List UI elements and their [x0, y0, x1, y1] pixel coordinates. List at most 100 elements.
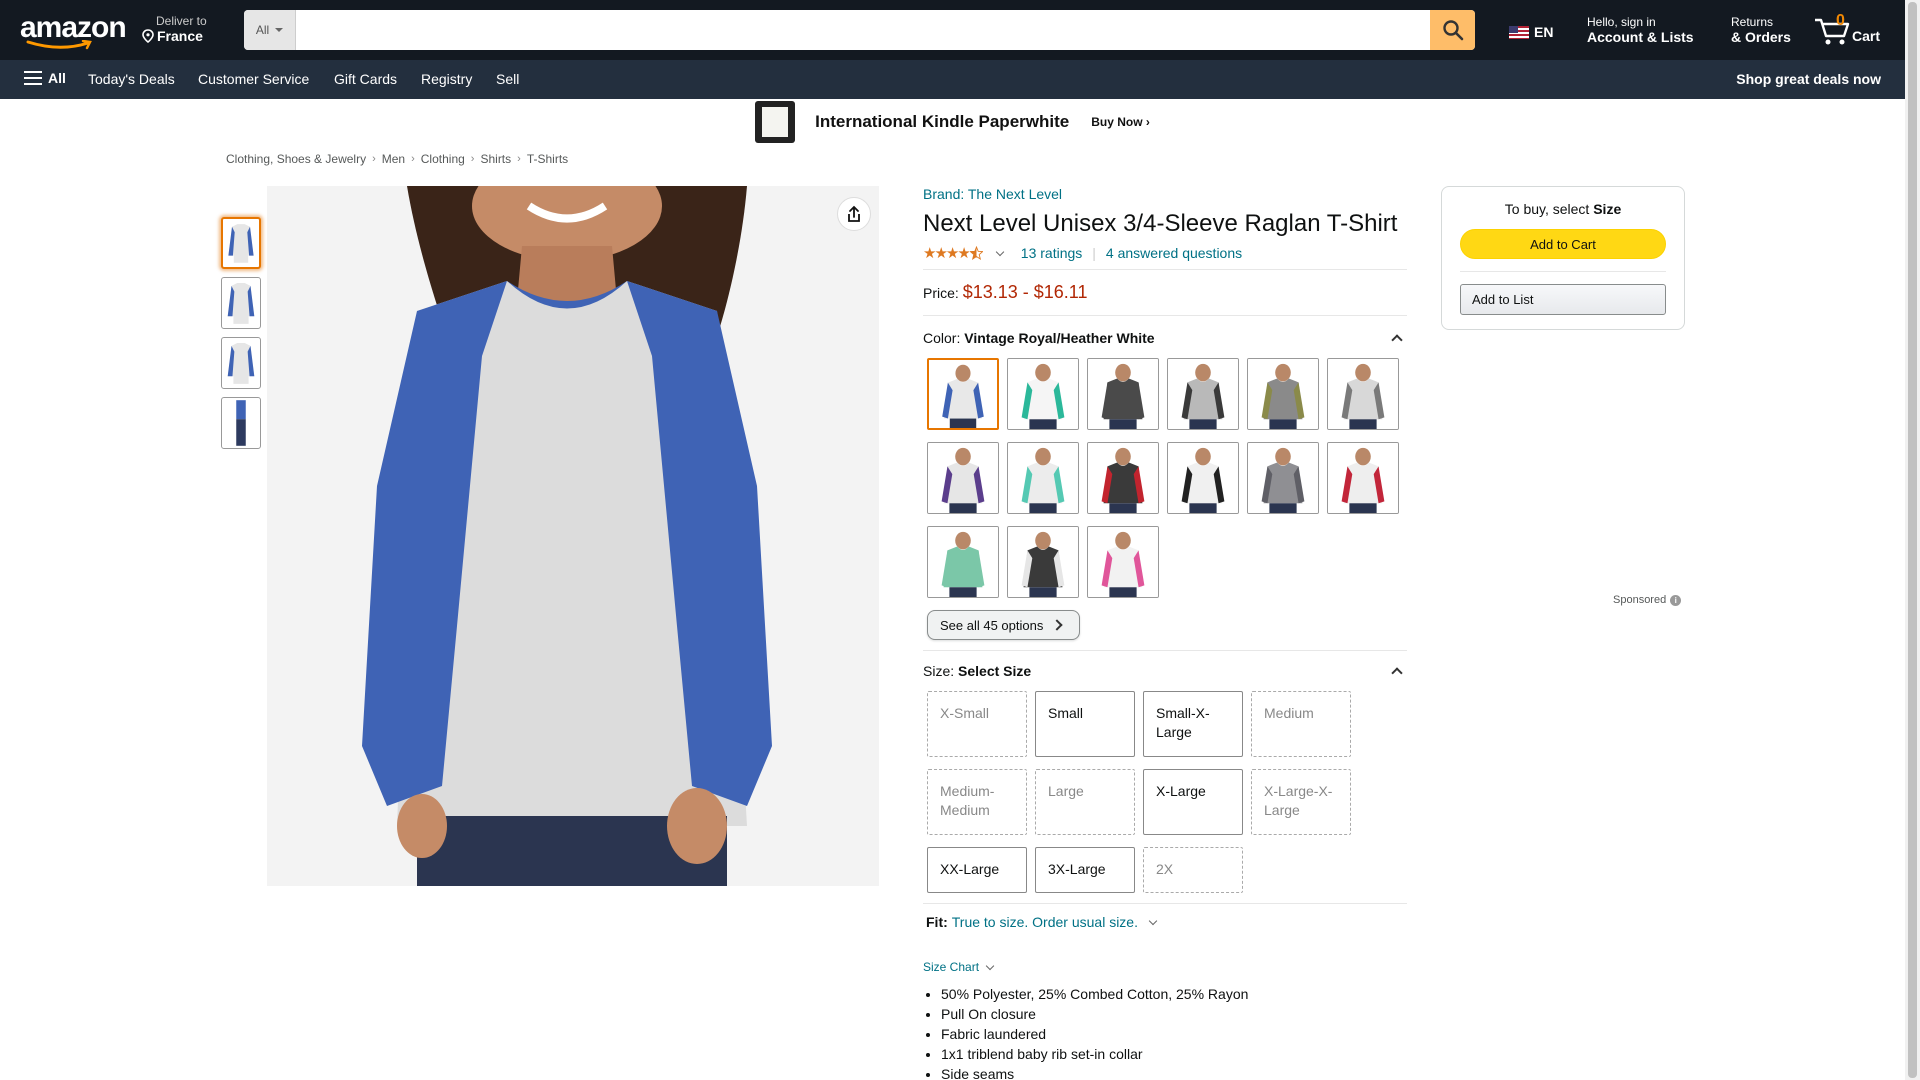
language-selector[interactable]: EN [1509, 24, 1553, 40]
feature-bullet: Side seams [941, 1064, 1407, 1080]
page-scrollbar[interactable] [1905, 0, 1920, 1080]
product-title: Next Level Unisex 3/4-Sleeve Raglan T-Sh… [923, 210, 1398, 237]
color-swatch[interactable] [1167, 358, 1239, 430]
swatch-shirt-image [1328, 359, 1398, 429]
nav-shop-deals[interactable]: Shop great deals now [1736, 71, 1881, 87]
size-chart-label: Size Chart [923, 960, 980, 974]
account-menu[interactable]: Hello, sign in Account & Lists [1587, 15, 1694, 45]
breadcrumb-item[interactable]: T-Shirts [527, 152, 568, 166]
price-row: Price: $13.13 - $16.11 [923, 282, 1407, 303]
size-section-header[interactable]: Size: Select Size [923, 663, 1407, 679]
color-swatch[interactable] [1167, 442, 1239, 514]
share-button[interactable] [837, 197, 871, 231]
nav-sell[interactable]: Sell [496, 71, 519, 87]
image-thumbnail[interactable] [221, 217, 261, 269]
divider [923, 650, 1407, 651]
collapse-chevron-icon[interactable] [1391, 667, 1403, 679]
size-chart-link[interactable]: Size Chart [923, 960, 1407, 974]
swatch-shirt-image [928, 527, 998, 597]
swatch-shirt-image [1168, 359, 1238, 429]
breadcrumb-item[interactable]: Men [382, 152, 405, 166]
color-label: Color: [923, 330, 961, 346]
search-category-select[interactable]: All [244, 10, 296, 50]
breadcrumb-item[interactable]: Clothing, Shoes & Jewelry [226, 152, 366, 166]
nav-todays-deals[interactable]: Today's Deals [88, 71, 175, 87]
star-rating-icon[interactable]: ★★★★ [923, 244, 971, 262]
price-label: Price: [923, 285, 959, 301]
all-menu-label: All [48, 70, 66, 86]
size-option[interactable]: Large [1035, 769, 1135, 835]
breadcrumb-separator-icon: › [517, 153, 521, 165]
breadcrumb-separator-icon: › [411, 153, 415, 165]
nav-customer-service[interactable]: Customer Service [198, 71, 309, 87]
kindle-banner[interactable]: International Kindle Paperwhite Buy Now … [0, 99, 1905, 145]
color-swatch[interactable] [1327, 358, 1399, 430]
color-swatch[interactable] [1007, 442, 1079, 514]
size-option[interactable]: Small [1035, 691, 1135, 757]
language-code: EN [1534, 24, 1554, 40]
banner-buy-now[interactable]: Buy Now › [1091, 115, 1150, 129]
account-greeting: Hello, sign in [1587, 15, 1656, 29]
chevron-down-icon [985, 961, 995, 970]
returns-orders[interactable]: Returns & Orders [1731, 15, 1791, 45]
color-swatch[interactable] [1007, 358, 1079, 430]
image-thumbnail[interactable] [221, 337, 261, 389]
all-menu-button[interactable]: All [24, 70, 66, 86]
questions-link[interactable]: 4 answered questions [1106, 245, 1242, 261]
size-option[interactable]: Medium-Medium [927, 769, 1027, 835]
nav-registry[interactable]: Registry [421, 71, 472, 87]
search-input[interactable] [296, 10, 1430, 50]
image-thumbnail[interactable] [221, 397, 261, 449]
size-label: Size: [923, 663, 955, 679]
fit-value[interactable]: True to size. Order usual size. [952, 914, 1138, 930]
color-swatch[interactable] [927, 526, 999, 598]
size-option[interactable]: X-Large-X-Large [1251, 769, 1351, 835]
size-option[interactable]: 2X [1143, 847, 1243, 893]
buy-prompt-size: Size [1593, 201, 1622, 217]
breadcrumb-item[interactable]: Clothing [421, 152, 465, 166]
color-swatch[interactable] [1327, 442, 1399, 514]
see-all-options-button[interactable]: See all 45 options [927, 610, 1080, 640]
product-main-image[interactable] [267, 186, 879, 886]
info-icon[interactable]: i [1670, 594, 1682, 606]
deliver-to[interactable]: Deliver to France [142, 14, 207, 44]
size-option[interactable]: Small-X-Large [1143, 691, 1243, 757]
orders-label: & Orders [1731, 29, 1791, 45]
nav-gift-cards[interactable]: Gift Cards [334, 71, 397, 87]
rating-chevron-down-icon[interactable] [995, 247, 1005, 256]
color-section-header[interactable]: Color: Vintage Royal/Heather White [923, 330, 1407, 346]
cart-button[interactable]: 0 Cart [1814, 12, 1884, 48]
image-thumbnail[interactable] [221, 277, 261, 329]
color-swatch[interactable] [927, 442, 999, 514]
size-options: X-Small Small Small-X-Large Medium Medium-Me… [927, 691, 1407, 893]
color-swatch[interactable] [1007, 526, 1079, 598]
divider [1460, 271, 1666, 272]
breadcrumb-item[interactable]: Shirts [480, 152, 511, 166]
collapse-chevron-icon[interactable] [1391, 334, 1403, 346]
size-option[interactable]: X-Small [927, 691, 1027, 757]
color-swatch[interactable] [1247, 358, 1319, 430]
size-option[interactable]: X-Large [1143, 769, 1243, 835]
swatch-shirt-image [928, 443, 998, 513]
size-option[interactable]: 3X-Large [1035, 847, 1135, 893]
ratings-link[interactable]: 13 ratings [1021, 245, 1082, 261]
add-to-list-button[interactable]: Add to List [1460, 284, 1666, 315]
breadcrumb-separator-icon: › [470, 153, 475, 165]
search-button[interactable] [1430, 10, 1475, 50]
brand-link[interactable]: Brand: The Next Level [923, 186, 1062, 202]
color-swatch[interactable] [1087, 358, 1159, 430]
shirt-thumbnail-image [236, 400, 246, 446]
fit-row[interactable]: Fit: True to size. Order usual size. [923, 914, 1407, 930]
add-to-cart-button[interactable]: Add to Cart [1460, 229, 1666, 259]
feature-bullet: Pull On closure [941, 1004, 1407, 1024]
chevron-down-icon [1148, 916, 1158, 925]
size-option[interactable]: XX-Large [927, 847, 1027, 893]
size-option[interactable]: Medium [1251, 691, 1351, 757]
size-value: Select Size [958, 663, 1032, 679]
color-swatch[interactable] [1087, 526, 1159, 598]
scrollbar-thumb[interactable] [1908, 2, 1917, 1078]
color-swatch[interactable] [927, 358, 999, 430]
color-swatch[interactable] [1087, 442, 1159, 514]
amazon-logo[interactable]: amazon [20, 13, 127, 50]
color-swatch[interactable] [1247, 442, 1319, 514]
